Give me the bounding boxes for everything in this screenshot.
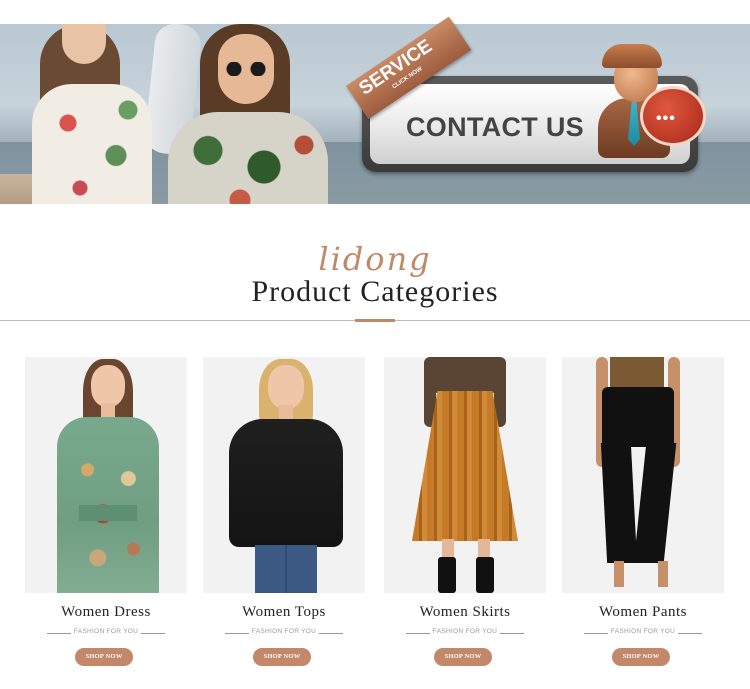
chat-dots: ••• — [656, 110, 676, 127]
category-image-women-skirts[interactable] — [384, 357, 546, 593]
model-tank-top — [610, 357, 664, 389]
model-ankle-left — [614, 561, 624, 587]
shop-now-button[interactable]: SHOP NOW — [434, 648, 492, 666]
brand-script-title: lidong — [318, 240, 432, 278]
shop-now-button[interactable]: SHOP NOW — [75, 648, 133, 666]
category-card-women-skirts[interactable]: Women Skirts FASHION FOR YOU SHOP NOW — [384, 357, 546, 677]
category-name[interactable]: Women Tops — [183, 604, 385, 621]
model-boot-right — [476, 557, 494, 593]
model-leg-left — [442, 539, 454, 559]
category-name[interactable]: Women Dress — [5, 604, 207, 621]
category-card-women-tops[interactable]: Women Tops FASHION FOR YOU SHOP NOW — [203, 357, 365, 677]
dress-waistband — [79, 505, 137, 521]
category-name[interactable]: Women Skirts — [364, 604, 566, 621]
sunglasses-icon — [222, 62, 270, 76]
category-card-women-pants[interactable]: Women Pants FASHION FOR YOU SHOP NOW — [562, 357, 724, 677]
tagline-line-right — [141, 633, 165, 634]
model-boot-left — [438, 557, 456, 593]
customer-service-agent-icon[interactable]: ••• — [594, 44, 706, 162]
tagline-line-right — [678, 633, 702, 634]
category-image-women-dress[interactable] — [25, 357, 187, 593]
contact-us-label[interactable]: CONTACT US — [406, 112, 584, 143]
agent-hat — [602, 44, 662, 68]
tagline-line-right — [319, 633, 343, 634]
section-divider-accent — [355, 319, 395, 322]
category-image-women-tops[interactable] — [203, 357, 365, 593]
category-name[interactable]: Women Pants — [542, 604, 744, 621]
banner-model-2-leaf-top — [168, 112, 328, 204]
category-tagline: FASHION FOR YOU — [384, 628, 546, 638]
model-brown-sweater — [430, 357, 500, 393]
model-face — [91, 365, 125, 407]
model-pants-leg-right — [633, 443, 677, 563]
banner-model-1-floral-top — [32, 84, 152, 204]
category-card-women-dress[interactable]: Women Dress FASHION FOR YOU SHOP NOW — [25, 357, 187, 677]
category-tagline: FASHION FOR YOU — [562, 628, 724, 638]
model-pants-top — [602, 387, 674, 447]
category-tagline: FASHION FOR YOU — [25, 628, 187, 638]
section-title: Product Categories — [251, 275, 499, 308]
model-black-blouse — [229, 419, 343, 547]
model-ankle-right — [658, 561, 668, 587]
shop-now-button[interactable]: SHOP NOW — [612, 648, 670, 666]
category-image-women-pants[interactable] — [562, 357, 724, 593]
model-pants-leg-left — [600, 443, 638, 563]
model-face — [268, 365, 304, 409]
shop-now-button[interactable]: SHOP NOW — [253, 648, 311, 666]
tagline-line-right — [500, 633, 524, 634]
category-tagline: FASHION FOR YOU — [203, 628, 365, 638]
model-jeans — [255, 545, 317, 593]
model-leg-right — [478, 539, 490, 559]
